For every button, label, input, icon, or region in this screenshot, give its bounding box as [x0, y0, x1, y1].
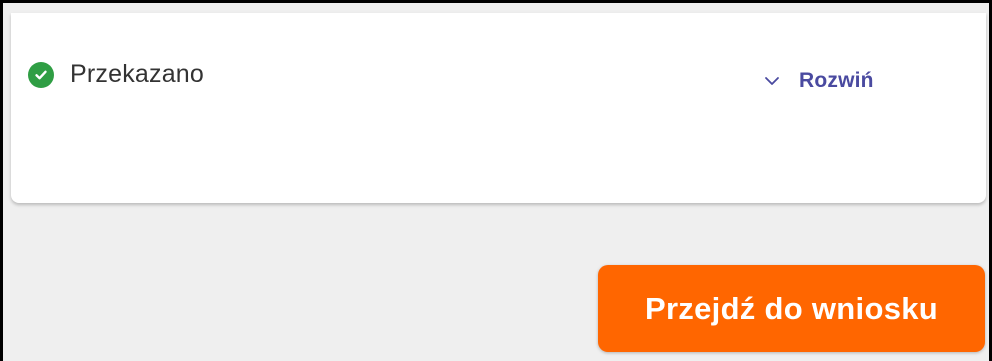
status-card: Przekazano Rozwiń [11, 13, 986, 203]
screen: Przekazano Rozwiń Przejdź do wniosku [0, 0, 992, 361]
status-label: Przekazano [70, 60, 205, 88]
go-to-application-button[interactable]: Przejdź do wniosku [598, 265, 985, 352]
chevron-down-icon [763, 72, 781, 90]
expand-toggle[interactable]: Rozwiń [763, 69, 874, 93]
check-circle-icon [28, 61, 54, 88]
expand-label: Rozwiń [799, 69, 874, 92]
status-row: Przekazano [28, 60, 204, 89]
